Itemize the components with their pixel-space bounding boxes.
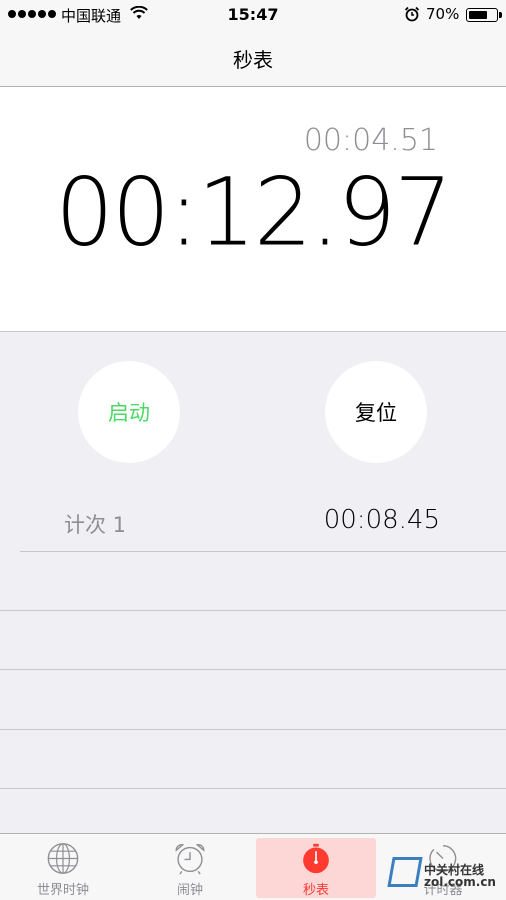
start-button[interactable]: 启动 [78, 361, 180, 463]
alarm-indicator-icon [404, 6, 420, 22]
battery-icon [466, 8, 502, 22]
list-item: 计次 1 00:08.45 [0, 492, 506, 552]
time-display-panel: 00:04.51 00:12.97 [0, 87, 506, 332]
tab-label: 闹钟 [176, 883, 203, 898]
status-bar: 中国联通 15:47 70% [0, 0, 506, 30]
lap-label: 计次 1 [64, 513, 127, 537]
divider [0, 788, 506, 789]
divider [0, 729, 506, 730]
reset-button[interactable]: 复位 [325, 361, 427, 463]
current-lap-time: 00:04.51 [303, 123, 438, 158]
tab-world-clock[interactable]: 世界时钟 [3, 838, 123, 898]
main-elapsed-time: 00:12.97 [55, 157, 452, 268]
battery-percent: 70% [426, 5, 460, 23]
lap-list[interactable]: 计次 1 00:08.45 [0, 492, 506, 552]
divider [20, 551, 506, 552]
controls-area: 启动 复位 [0, 332, 506, 497]
lap-time: 00:08.45 [323, 505, 440, 535]
nav-bar: 秒表 [0, 30, 506, 87]
watermark-logo: 中关村在线 zol.com.cn [387, 855, 506, 900]
tab-label: 世界时钟 [36, 883, 89, 898]
page-title: 秒表 [233, 48, 273, 72]
alarm-clock-icon [175, 844, 205, 875]
tab-alarm[interactable]: 闹钟 [130, 838, 250, 898]
watermark-url: zol.com.cn [424, 875, 496, 889]
globe-icon [47, 843, 79, 874]
stopwatch-icon [303, 843, 329, 874]
tab-label: 秒表 [302, 883, 329, 898]
divider [0, 610, 506, 611]
divider [0, 669, 506, 670]
tab-stopwatch[interactable]: 秒表 [256, 838, 376, 898]
